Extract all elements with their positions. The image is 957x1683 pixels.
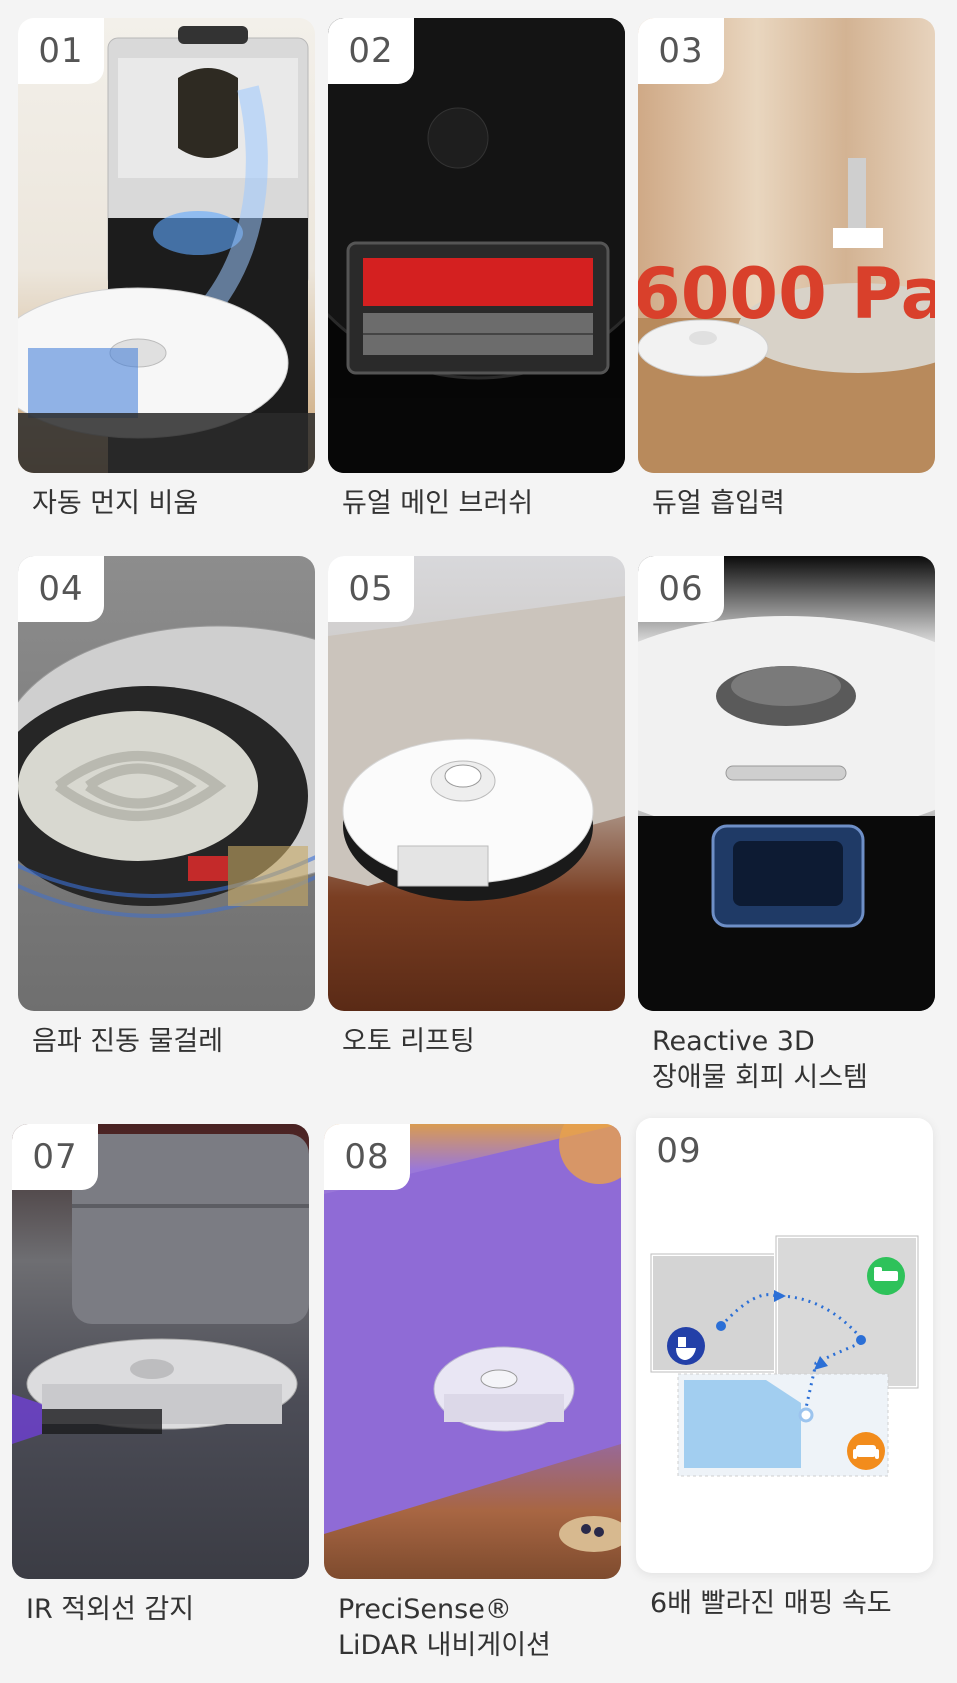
feature-number: 03 xyxy=(638,18,724,84)
dual-brush-illustration xyxy=(328,18,625,473)
suction-illustration: 6000 Pa xyxy=(638,158,935,473)
bed-icon xyxy=(867,1257,905,1295)
sonic-mop-illustration xyxy=(18,625,315,918)
feature-caption: 자동 먼지 비움 xyxy=(32,488,199,519)
feature-number: 06 xyxy=(638,556,724,622)
feature-image: 6000 Pa 03 xyxy=(638,18,935,473)
auto-empty-dock-illustration xyxy=(18,26,315,473)
feature-image: 04 xyxy=(18,556,315,1011)
feature-number: 07 xyxy=(12,1124,98,1190)
feature-number: 05 xyxy=(328,556,414,622)
feature-image: 01 xyxy=(18,18,315,473)
mapping-illustration xyxy=(649,1234,920,1477)
feature-caption: Reactive 3D 장애물 회피 시스템 xyxy=(652,1024,868,1096)
feature-caption: 오토 리프팅 xyxy=(342,1026,475,1057)
feature-grid: 01 자동 먼지 비움 02 듀얼 메인 브러쉬 6000 Pa 03 듀얼 흡… xyxy=(0,0,957,1683)
auto-lift-illustration xyxy=(328,596,625,901)
reactive-3d-illustration xyxy=(638,616,935,1011)
feature-caption-line2: 장애물 회피 시스템 xyxy=(652,1062,868,1093)
toilet-icon xyxy=(667,1327,705,1365)
ir-sensor-illustration xyxy=(12,1124,309,1444)
feature-caption-line1: PreciSense® xyxy=(338,1594,512,1625)
sofa-icon xyxy=(847,1432,885,1470)
feature-number: 09 xyxy=(636,1118,722,1184)
feature-image: 08 xyxy=(324,1124,621,1579)
feature-image: 06 xyxy=(638,556,935,1011)
feature-caption: IR 적외선 감지 xyxy=(26,1594,195,1625)
feature-image: 02 xyxy=(328,18,625,473)
feature-number: 02 xyxy=(328,18,414,84)
feature-number: 04 xyxy=(18,556,104,622)
feature-caption-line2: LiDAR 내비게이션 xyxy=(338,1630,551,1661)
feature-caption: 음파 진동 물걸레 xyxy=(32,1026,224,1057)
feature-caption-line1: Reactive 3D xyxy=(652,1026,815,1057)
feature-caption: 듀얼 메인 브러쉬 xyxy=(342,488,534,519)
feature-image: 07 xyxy=(12,1124,309,1579)
feature-caption: PreciSense® LiDAR 내비게이션 xyxy=(338,1592,551,1664)
suction-value-overlay: 6000 Pa xyxy=(638,253,935,335)
feature-number: 01 xyxy=(18,18,104,84)
feature-number: 08 xyxy=(324,1124,410,1190)
lidar-illustration xyxy=(324,1124,621,1552)
feature-image: 05 xyxy=(328,556,625,1011)
feature-image: 09 xyxy=(636,1118,933,1573)
feature-caption: 듀얼 흡입력 xyxy=(652,488,785,519)
feature-caption: 6배 빨라진 매핑 속도 xyxy=(650,1588,892,1619)
